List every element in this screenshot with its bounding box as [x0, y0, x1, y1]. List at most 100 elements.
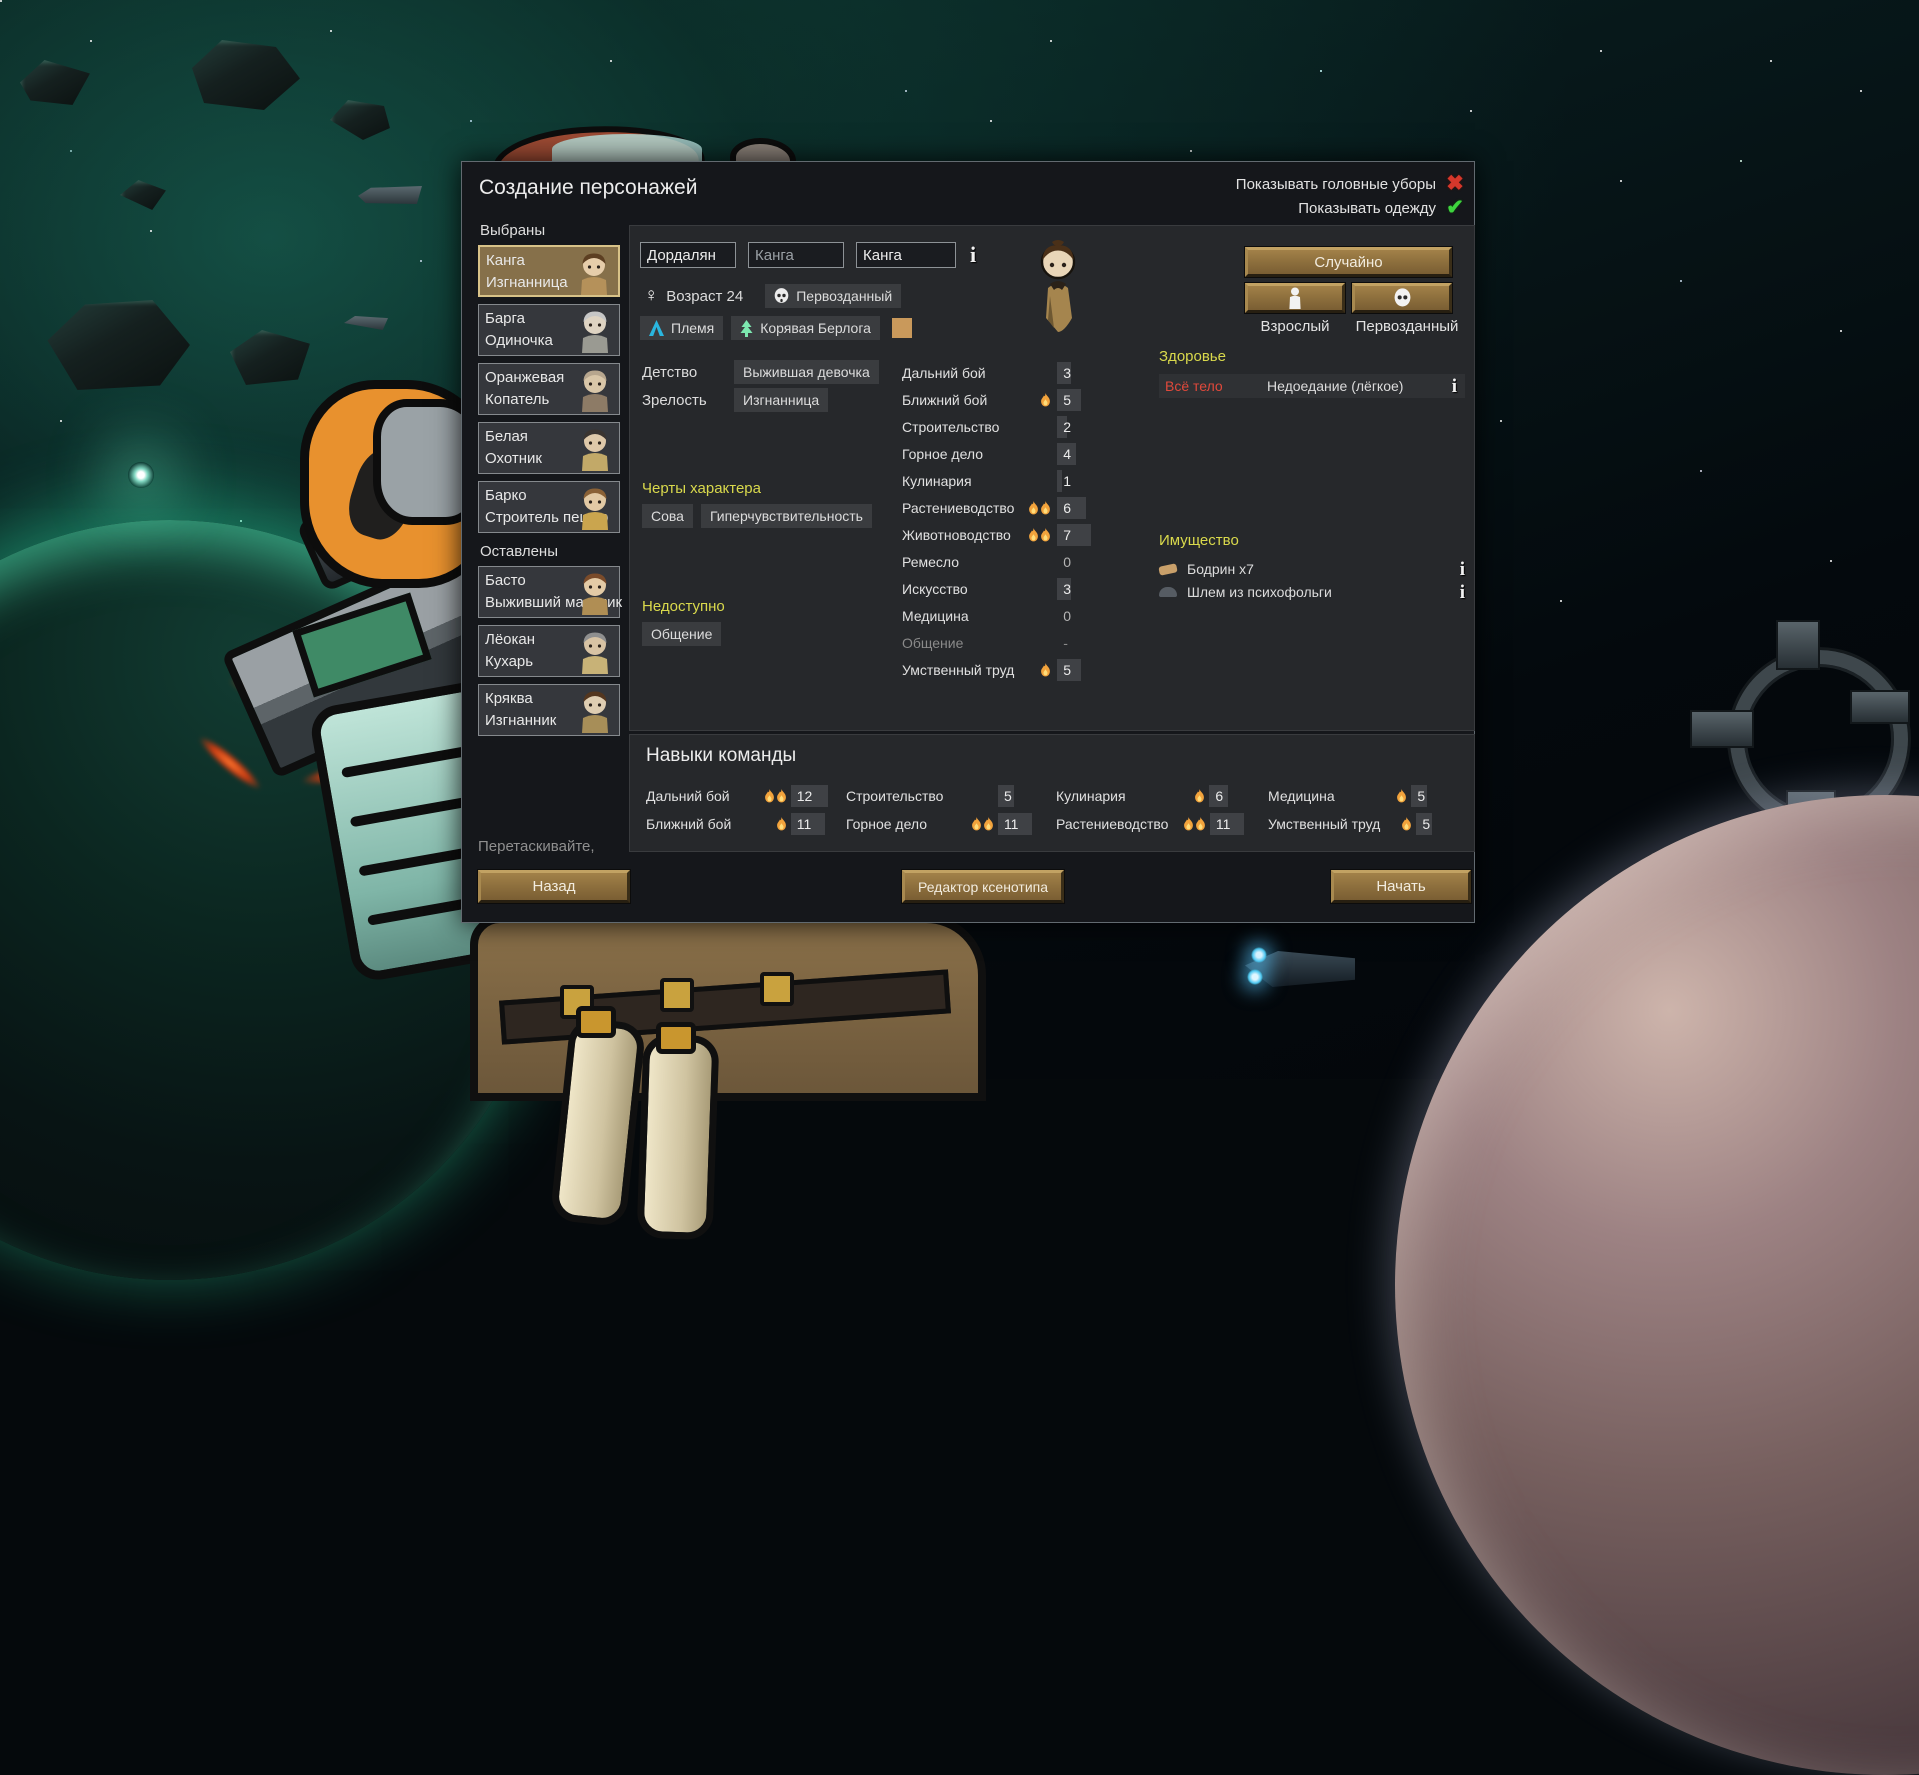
- skill-name: Медицина: [902, 608, 969, 624]
- skill-name: Горное дело: [846, 816, 928, 832]
- drag-hint: Перетаскивайте,: [478, 838, 595, 855]
- skill-row[interactable]: Умственный труд 5: [902, 659, 1148, 681]
- xenotype-chip[interactable]: Первозданный: [765, 284, 902, 308]
- favorite-color-swatch[interactable]: [891, 318, 912, 338]
- skill-name: Кулинария: [902, 473, 972, 489]
- roster-pawn-item[interactable]: Белая Охотник: [478, 422, 620, 474]
- checkmark-icon[interactable]: ✔: [1442, 197, 1468, 219]
- skill-name: Ближний бой: [902, 392, 988, 408]
- info-icon[interactable]: i: [970, 244, 976, 266]
- skill-value: 6: [1063, 500, 1072, 516]
- xenotype-editor-button[interactable]: Редактор ксенотипа: [902, 870, 1064, 903]
- skill-value: 11: [1215, 816, 1231, 832]
- toggle-row[interactable]: Показывать головные уборы ✖: [1236, 172, 1468, 196]
- skill-bar: 5: [1416, 813, 1466, 835]
- roster-left-header: Оставлены: [480, 543, 558, 560]
- passion-flame-icon: [1196, 817, 1205, 831]
- childhood-label: Детство: [642, 363, 698, 381]
- pawn-roster: Выбраны Канга Изгнанница Барга Одиночка …: [478, 218, 624, 743]
- back-button[interactable]: Назад: [478, 870, 630, 903]
- skill-row[interactable]: Общение -: [902, 632, 1148, 654]
- incapable-chip[interactable]: Общение: [642, 622, 722, 646]
- skill-value: 4: [1063, 446, 1072, 462]
- roster-pawn-item[interactable]: Кряква Изгнанник: [478, 684, 620, 736]
- skill-row[interactable]: Дальний бой 3: [902, 362, 1148, 384]
- skill-name: Кулинария: [1056, 788, 1126, 804]
- skill-row[interactable]: Горное дело 4: [902, 443, 1148, 465]
- incapable-row: Общение: [642, 622, 722, 646]
- skill-name: Медицина: [1268, 788, 1335, 804]
- randomize-button[interactable]: Случайно: [1245, 247, 1452, 277]
- skill-row[interactable]: Искусство 3: [902, 578, 1148, 600]
- possession-icon: [1159, 587, 1177, 597]
- trait-chip[interactable]: Сова: [642, 504, 693, 528]
- skill-passion: [1017, 663, 1051, 677]
- roster-pawn-item[interactable]: Барко Строитель пещер: [478, 481, 620, 533]
- passion-flame-icon: [776, 789, 786, 803]
- nick-name-input[interactable]: [748, 242, 844, 268]
- skill-row[interactable]: Растениеводство 6: [902, 497, 1148, 519]
- roster-pawn-item[interactable]: Барга Одиночка: [478, 304, 620, 356]
- skill-row[interactable]: Строительство 5: [846, 785, 1056, 807]
- health-condition: Недоедание (лёгкое): [1267, 378, 1404, 394]
- skill-passion: [1017, 393, 1051, 407]
- skill-row[interactable]: Медицина 0: [902, 605, 1148, 627]
- skill-name: Умственный труд: [902, 662, 1015, 678]
- skill-name: Общение: [902, 635, 964, 651]
- possession-label: Бодрин x7: [1187, 561, 1254, 577]
- skill-row[interactable]: Растениеводство 11: [1056, 813, 1268, 835]
- possession-row[interactable]: Шлем из психофольги i: [1159, 581, 1465, 603]
- skill-row[interactable]: Ближний бой 5: [902, 389, 1148, 411]
- info-icon[interactable]: i: [1460, 583, 1465, 602]
- team-skills-header: Навыки команды: [646, 745, 797, 766]
- info-icon[interactable]: i: [1460, 560, 1465, 579]
- health-row[interactable]: Всё тело Недоедание (лёгкое) i: [1159, 374, 1465, 398]
- skill-row[interactable]: Умственный труд 5: [1268, 813, 1466, 835]
- skill-row[interactable]: Кулинария 1: [902, 470, 1148, 492]
- skill-name: Растениеводство: [902, 500, 1015, 516]
- roster-pawn-item[interactable]: Канга Изгнанница: [478, 245, 620, 297]
- xenotype-button[interactable]: [1352, 283, 1452, 313]
- character-panel: i ♀ Возраст 24 Первозданный: [629, 225, 1475, 731]
- health-header: Здоровье: [1159, 348, 1226, 365]
- skill-value: 5: [1063, 662, 1072, 678]
- start-button[interactable]: Начать: [1331, 870, 1471, 903]
- skill-value: 1: [1063, 473, 1072, 489]
- body-type-button[interactable]: [1245, 283, 1345, 313]
- skill-bar: 7: [1057, 524, 1148, 546]
- pawn-portrait: [582, 691, 608, 733]
- cross-icon[interactable]: ✖: [1442, 173, 1468, 195]
- xenotype-face-icon: [1394, 288, 1410, 307]
- passion-flame-icon: [1184, 817, 1193, 831]
- ideoligion-chip[interactable]: Корявая Берлога: [731, 316, 880, 340]
- possession-row[interactable]: Бодрин x7 i: [1158, 558, 1465, 580]
- first-name-input[interactable]: [640, 242, 736, 268]
- skill-row[interactable]: Ремесло 0: [902, 551, 1148, 573]
- trait-chip[interactable]: Гиперчувствительность: [700, 504, 872, 528]
- skill-row[interactable]: Животноводство 7: [902, 524, 1148, 546]
- roster-pawn-item[interactable]: Басто Выживший мальчик: [478, 566, 622, 618]
- last-name-input[interactable]: [856, 242, 956, 268]
- skills-list: Дальний бой 3 Ближний бой 5 Строительств…: [902, 362, 1148, 686]
- roster-selected-list: Канга Изгнанница Барга Одиночка Оранжева…: [478, 245, 624, 533]
- skill-row[interactable]: Дальний бой 12: [646, 785, 846, 807]
- passion-flame-icon: [1041, 501, 1051, 515]
- info-icon[interactable]: i: [1452, 377, 1457, 396]
- roster-pawn-item[interactable]: Лёокан Кухарь: [478, 625, 620, 677]
- skill-passion: [1168, 817, 1205, 831]
- skill-row[interactable]: Кулинария 6: [1056, 785, 1268, 807]
- roster-pawn-item[interactable]: Оранжевая Копатель: [478, 363, 620, 415]
- skill-row[interactable]: Ближний бой 11: [646, 813, 846, 835]
- skill-row[interactable]: Строительство 2: [902, 416, 1148, 438]
- skill-bar: 5: [1057, 389, 1148, 411]
- skill-name: Искусство: [902, 581, 968, 597]
- skill-name: Дальний бой: [646, 788, 730, 804]
- faction-chip[interactable]: Племя: [640, 316, 724, 340]
- passion-flame-icon: [1041, 663, 1051, 677]
- childhood-backstory-chip[interactable]: Выжившая девочка: [734, 360, 879, 384]
- adulthood-backstory-chip[interactable]: Изгнанница: [734, 388, 829, 412]
- skill-bar: 6: [1209, 785, 1268, 807]
- skill-row[interactable]: Горное дело 11: [846, 813, 1056, 835]
- skill-row[interactable]: Медицина 5: [1268, 785, 1466, 807]
- toggle-row[interactable]: Показывать одежду ✔: [1236, 196, 1468, 220]
